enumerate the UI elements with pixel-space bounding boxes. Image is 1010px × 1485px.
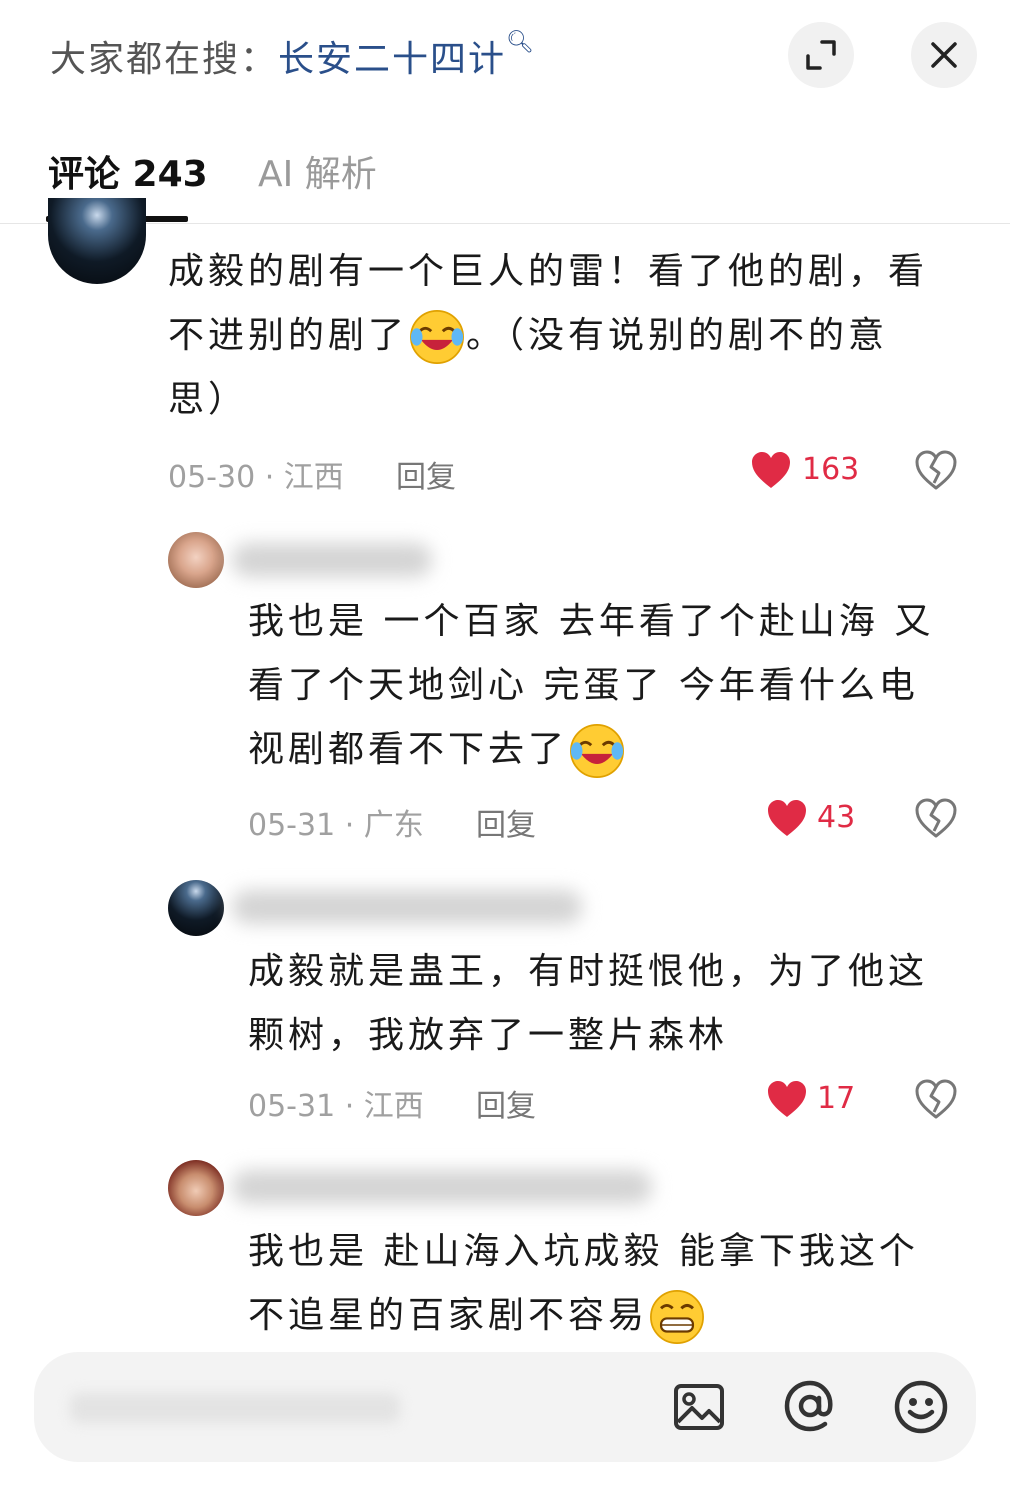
laughing-crying-emoji-icon [570, 724, 624, 778]
tab-comments[interactable]: 评论 243 [48, 145, 208, 197]
close-icon [931, 42, 957, 68]
username-blurred [232, 890, 582, 924]
comment-text: 我也是 赴山海入坑成毅 能拿下我这个 不追星的百家剧不容易 [248, 1220, 968, 1348]
grinning-emoji-icon [650, 1290, 704, 1344]
search-prefix: 大家都在搜： [50, 39, 279, 80]
like-count: 17 [817, 1081, 856, 1116]
search-suggestion[interactable]: 大家都在搜：长安二十四计🔍︎ [50, 30, 536, 82]
comment-meta: 05-31 · 江西 [248, 1089, 424, 1124]
laughing-crying-emoji-icon [410, 310, 464, 364]
expand-icon [806, 40, 836, 70]
comment-text: 成毅就是蛊王，有时挺恨他，为了他这 颗树，我放弃了一整片森林 [248, 951, 929, 1056]
at-icon[interactable] [782, 1378, 838, 1434]
comment-text: 我也是 一个百家 去年看了个赴山海 又 看了个天地剑心 完蛋了 今年看什么电 视… [248, 590, 968, 782]
username-blurred [232, 1170, 652, 1204]
avatar[interactable] [48, 198, 146, 284]
avatar[interactable] [168, 1160, 224, 1216]
search-keyword[interactable]: 长安二十四计 [278, 39, 506, 80]
reply-button[interactable]: 回复 [476, 800, 536, 844]
heart-icon[interactable] [766, 1079, 808, 1119]
close-button[interactable] [911, 22, 977, 88]
avatar[interactable] [168, 532, 224, 588]
search-icon: 🔍︎ [506, 30, 536, 55]
emoji-icon[interactable] [892, 1378, 950, 1436]
heart-icon[interactable] [766, 798, 808, 838]
reply-button[interactable]: 回复 [396, 452, 456, 496]
tabs-divider [0, 223, 1010, 224]
image-icon[interactable] [672, 1380, 726, 1434]
tab-ai-analysis[interactable]: AI 解析 [258, 145, 377, 197]
reply-button[interactable]: 回复 [476, 1081, 536, 1125]
broken-heart-icon[interactable] [914, 797, 958, 839]
like-count: 163 [802, 452, 860, 487]
heart-icon[interactable] [750, 450, 792, 490]
comment-meta: 05-30 · 江西 [168, 460, 344, 495]
broken-heart-icon[interactable] [914, 449, 958, 491]
comment-meta: 05-31 · 广东 [248, 808, 424, 843]
comment-input-placeholder-blurred[interactable] [70, 1393, 400, 1423]
like-count: 43 [817, 800, 856, 835]
broken-heart-icon[interactable] [914, 1078, 958, 1120]
comment-text: 成毅的剧有一个巨人的雷！看了他的剧，看 不进别的剧了 。（没有说别的剧不的意 思） [168, 251, 929, 420]
username-blurred [232, 543, 432, 577]
expand-button[interactable] [788, 22, 854, 88]
avatar[interactable] [168, 880, 224, 936]
